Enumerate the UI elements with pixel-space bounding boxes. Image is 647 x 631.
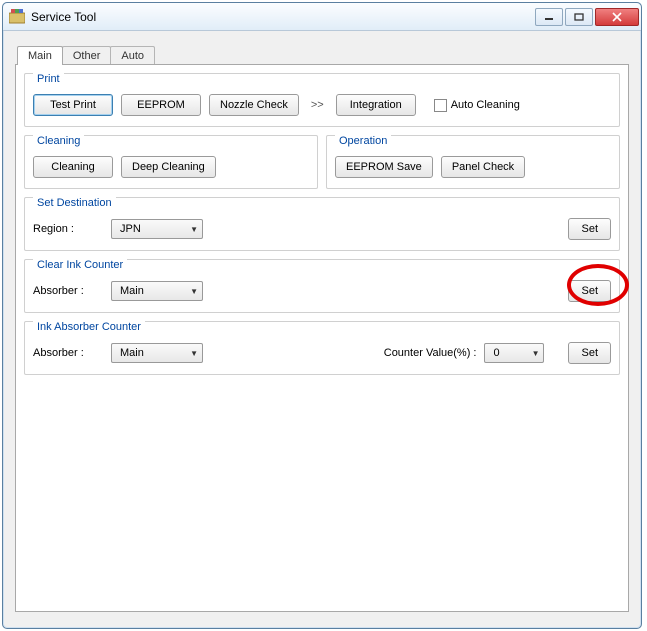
- ink-absorber-set-button[interactable]: Set: [568, 342, 611, 364]
- chevron-down-icon: ▼: [532, 349, 540, 358]
- absorber-ink-label: Absorber :: [33, 347, 103, 359]
- counter-value-select[interactable]: 0 ▼: [484, 343, 544, 363]
- group-ink-absorber-counter: Ink Absorber Counter Absorber : Main ▼ C…: [24, 321, 620, 375]
- absorber-clear-label: Absorber :: [33, 285, 103, 297]
- window-frame: Service Tool Main Other Auto Print Tes: [2, 2, 642, 629]
- clear-ink-set-button[interactable]: Set: [568, 280, 611, 302]
- absorber-clear-select[interactable]: Main ▼: [111, 281, 203, 301]
- tab-other[interactable]: Other: [62, 46, 112, 65]
- region-select[interactable]: JPN ▼: [111, 219, 203, 239]
- eeprom-save-button[interactable]: EEPROM Save: [335, 156, 433, 178]
- auto-cleaning-checkbox[interactable]: Auto Cleaning: [434, 99, 520, 112]
- group-cleaning: Cleaning Cleaning Deep Cleaning: [24, 135, 318, 189]
- group-operation: Operation EEPROM Save Panel Check: [326, 135, 620, 189]
- integration-button[interactable]: Integration: [336, 94, 416, 116]
- app-icon: [9, 9, 25, 25]
- group-cleaning-title: Cleaning: [33, 135, 84, 147]
- chevron-down-icon: ▼: [190, 349, 198, 358]
- absorber-ink-select-value: Main: [120, 347, 144, 359]
- chevron-down-icon: ▼: [190, 225, 198, 234]
- group-operation-title: Operation: [335, 135, 391, 147]
- tabpage-main: Print Test Print EEPROM Nozzle Check >> …: [15, 64, 629, 612]
- maximize-button[interactable]: [565, 8, 593, 26]
- group-ink-absorber-counter-title: Ink Absorber Counter: [33, 321, 145, 333]
- auto-cleaning-label: Auto Cleaning: [451, 99, 520, 111]
- counter-value-label: Counter Value(%) :: [384, 347, 477, 359]
- test-print-button[interactable]: Test Print: [33, 94, 113, 116]
- counter-value-select-value: 0: [493, 347, 499, 359]
- group-print: Print Test Print EEPROM Nozzle Check >> …: [24, 73, 620, 127]
- minimize-button[interactable]: [535, 8, 563, 26]
- absorber-clear-select-value: Main: [120, 285, 144, 297]
- titlebar[interactable]: Service Tool: [3, 3, 641, 31]
- close-button[interactable]: [595, 8, 639, 26]
- tabstrip: Main Other Auto: [9, 41, 635, 64]
- absorber-ink-select[interactable]: Main ▼: [111, 343, 203, 363]
- group-print-title: Print: [33, 73, 64, 85]
- eeprom-button[interactable]: EEPROM: [121, 94, 201, 116]
- window-buttons: [535, 8, 639, 26]
- deep-cleaning-button[interactable]: Deep Cleaning: [121, 156, 216, 178]
- checkbox-icon: [434, 99, 447, 112]
- client-area: Main Other Auto Print Test Print EEPROM …: [9, 35, 635, 622]
- group-set-destination: Set Destination Region : JPN ▼ Set: [24, 197, 620, 251]
- region-select-value: JPN: [120, 223, 141, 235]
- tab-main[interactable]: Main: [17, 46, 63, 65]
- chevron-down-icon: ▼: [190, 287, 198, 296]
- group-clear-ink-counter-title: Clear Ink Counter: [33, 259, 127, 271]
- panel-check-button[interactable]: Panel Check: [441, 156, 525, 178]
- group-set-destination-title: Set Destination: [33, 197, 116, 209]
- set-destination-set-button[interactable]: Set: [568, 218, 611, 240]
- region-label: Region :: [33, 223, 103, 235]
- group-clear-ink-counter: Clear Ink Counter Absorber : Main ▼ Set: [24, 259, 620, 313]
- window-title: Service Tool: [31, 10, 535, 24]
- cleaning-button[interactable]: Cleaning: [33, 156, 113, 178]
- tab-auto[interactable]: Auto: [110, 46, 155, 65]
- chevron-right-icon: >>: [307, 99, 328, 111]
- nozzle-check-button[interactable]: Nozzle Check: [209, 94, 299, 116]
